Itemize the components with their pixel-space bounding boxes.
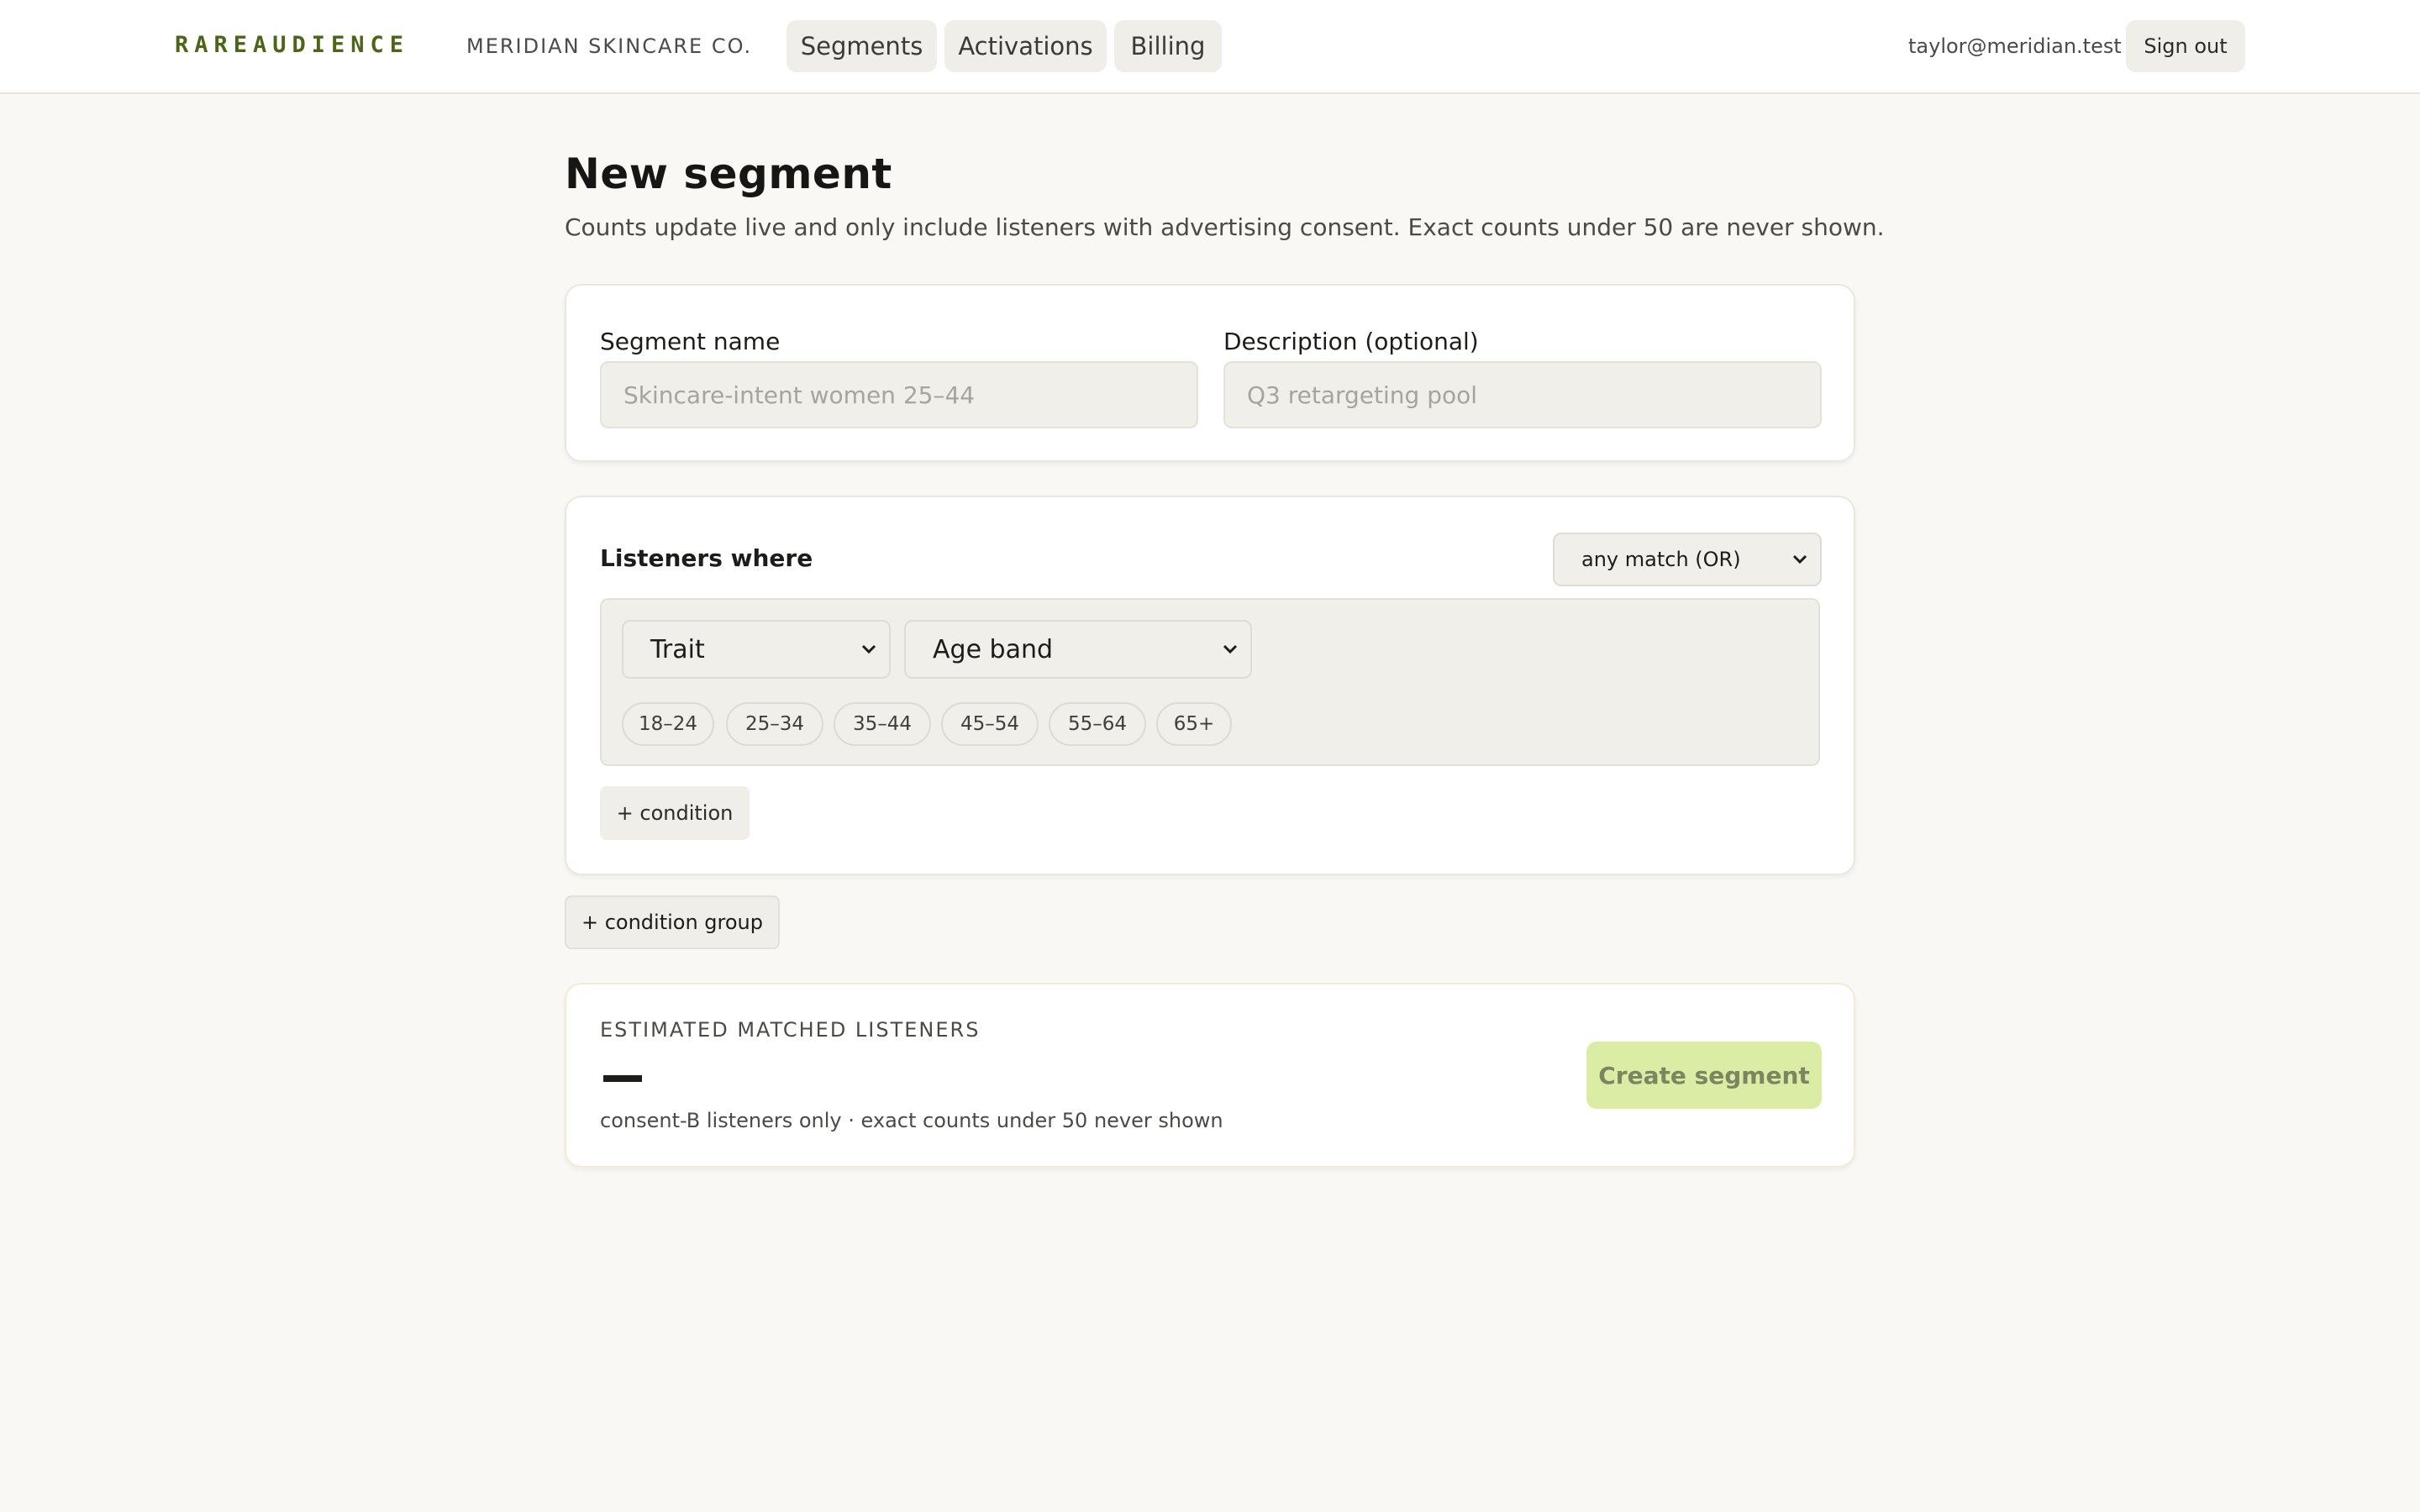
page-title: New segment [565, 150, 892, 198]
age-chip-35-44[interactable]: 35–44 [834, 702, 931, 746]
nav-tab-segments[interactable]: Segments [786, 20, 937, 72]
segment-details-card: Segment name Description (optional) [565, 284, 1855, 462]
chevron-down-icon [861, 644, 876, 654]
description-label: Description (optional) [1223, 328, 1479, 355]
estimate-label: ESTIMATED MATCHED LISTENERS [600, 1018, 981, 1042]
estimate-note: consent-B listeners only · exact counts … [600, 1109, 1223, 1132]
condition-type-value: Trait [650, 634, 705, 664]
match-mode-value: any match (OR) [1581, 548, 1741, 571]
trait-select[interactable]: Age band [904, 620, 1252, 679]
builder-title: Listeners where [600, 544, 813, 572]
age-chip-18-24[interactable]: 18–24 [622, 702, 714, 746]
segment-name-input[interactable] [600, 361, 1198, 428]
sign-out-button[interactable]: Sign out [2126, 20, 2245, 72]
page-subtitle: Counts update live and only include list… [565, 213, 1885, 241]
description-input[interactable] [1223, 361, 1822, 428]
create-segment-button[interactable]: Create segment [1586, 1042, 1822, 1109]
nav-tab-billing[interactable]: Billing [1114, 20, 1222, 72]
nav-tab-activations[interactable]: Activations [944, 20, 1107, 72]
estimate-card: ESTIMATED MATCHED LISTENERS consent-B li… [565, 983, 1855, 1168]
user-email: taylor@meridian.test [1908, 34, 2122, 58]
condition-type-select[interactable]: Trait [622, 620, 891, 679]
trait-value: Age band [933, 634, 1054, 664]
age-chip-25-34[interactable]: 25–34 [726, 702, 823, 746]
estimate-value-dash [603, 1075, 642, 1082]
age-chip-65-plus[interactable]: 65+ [1156, 702, 1232, 746]
match-mode-select[interactable]: any match (OR) [1553, 533, 1822, 586]
chevron-down-icon [1223, 644, 1238, 654]
condition-group: Trait Age band 18–24 25–34 35–44 45–54 5… [600, 598, 1820, 766]
brand-logo: RAREAUDIENCE [175, 32, 410, 58]
age-chip-55-64[interactable]: 55–64 [1049, 702, 1146, 746]
add-condition-button[interactable]: + condition [600, 786, 750, 840]
add-condition-group-button[interactable]: + condition group [565, 895, 780, 949]
chevron-down-icon [1792, 554, 1807, 564]
organization-name: MERIDIAN SKINCARE CO. [466, 34, 753, 58]
condition-builder-card: Listeners where any match (OR) Trait Age… [565, 496, 1855, 875]
segment-name-label: Segment name [600, 328, 781, 355]
age-chip-45-54[interactable]: 45–54 [941, 702, 1039, 746]
top-bar: RAREAUDIENCE MERIDIAN SKINCARE CO. Segme… [0, 0, 2420, 94]
